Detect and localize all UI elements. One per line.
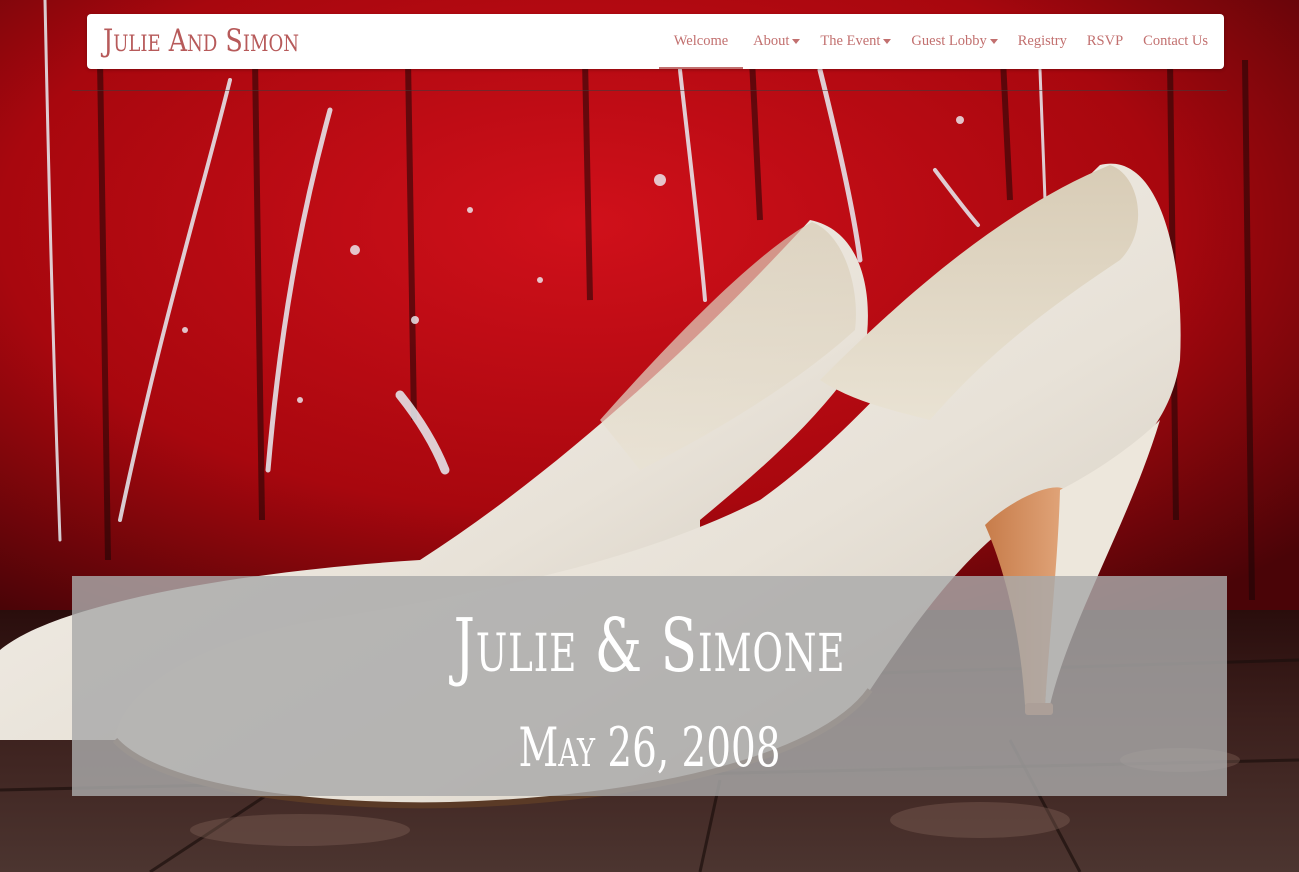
caret-down-icon	[792, 39, 801, 44]
hero-caption-panel: Julie & Simone May 26, 2008	[72, 576, 1227, 796]
nav-item-welcome[interactable]: Welcome	[658, 14, 744, 69]
navbar: Julie And Simon Welcome About The Event …	[87, 14, 1224, 69]
nav-item-the-event[interactable]: The Event	[810, 14, 901, 69]
nav-item-registry[interactable]: Registry	[1008, 14, 1077, 69]
caret-down-icon	[883, 39, 892, 44]
site-brand-link[interactable]: Julie And Simon	[103, 21, 299, 61]
nav-item-label: About	[753, 33, 790, 49]
nav-item-label: Registry	[1017, 33, 1067, 49]
hero-date: May 26, 2008	[518, 716, 781, 779]
nav-item-label: Contact Us	[1143, 33, 1208, 49]
caret-down-icon	[989, 39, 998, 44]
nav-item-label: RSVP	[1086, 33, 1124, 49]
nav-item-rsvp[interactable]: RSVP	[1077, 14, 1133, 69]
nav-item-about[interactable]: About	[743, 14, 810, 69]
nav-item-label: Guest Lobby	[911, 33, 987, 49]
nav-menu: Welcome About The Event Guest Lobby Regi…	[658, 14, 1218, 69]
nav-item-guest-lobby[interactable]: Guest Lobby	[901, 14, 1007, 69]
nav-item-label: The Event	[820, 33, 881, 49]
page: Julie And Simon Welcome About The Event …	[0, 0, 1299, 872]
nav-item-contact-us[interactable]: Contact Us	[1133, 14, 1218, 69]
nav-item-label: Welcome	[673, 33, 729, 49]
hero-title: Julie & Simone	[453, 603, 846, 689]
navbar-divider	[72, 90, 1227, 91]
